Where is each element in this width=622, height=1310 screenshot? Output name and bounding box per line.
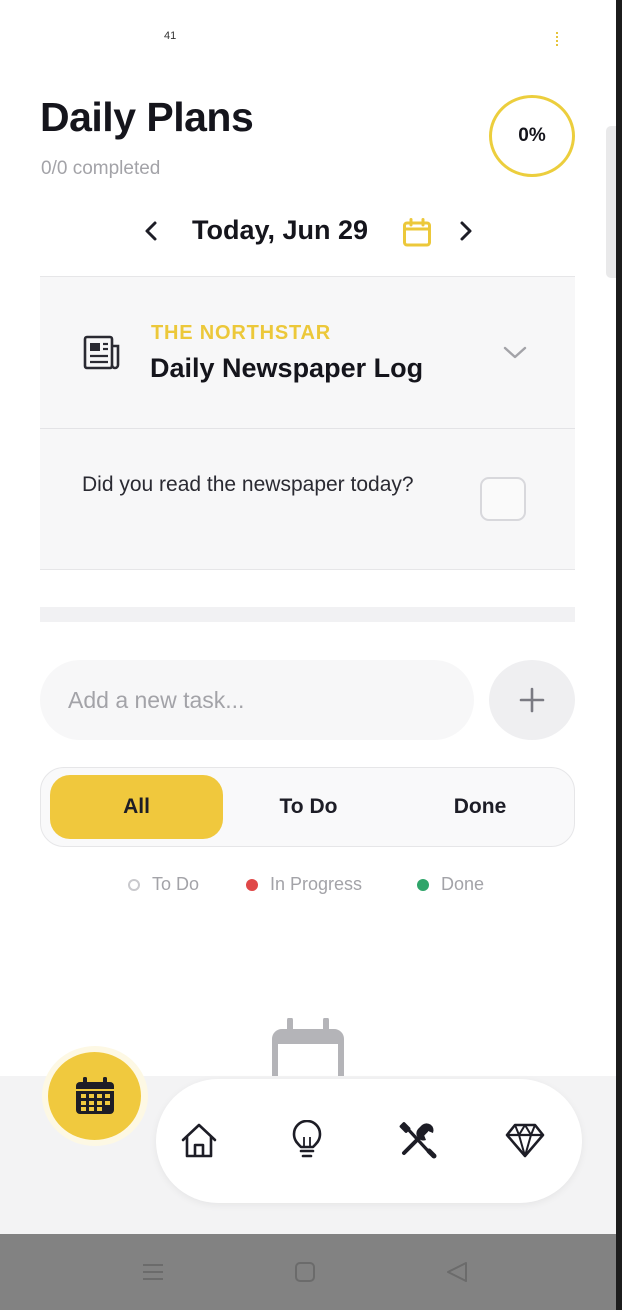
section-divider	[40, 607, 575, 622]
plan-title: Daily Newspaper Log	[150, 353, 424, 383]
legend-label: To Do	[152, 874, 200, 894]
date-navigator: Today, Jun 29	[0, 210, 616, 254]
system-menu-button[interactable]	[138, 1258, 168, 1286]
status-bar: 41	[0, 0, 616, 60]
next-day-button[interactable]	[453, 214, 479, 248]
chevron-right-icon	[460, 221, 472, 241]
calendar-fab[interactable]	[48, 1052, 141, 1140]
legend-item-done: Done	[417, 874, 484, 895]
newspaper-icon	[83, 335, 120, 370]
home-square-icon	[295, 1262, 315, 1282]
screen-bezel	[616, 0, 622, 1310]
progress-ring: 0%	[489, 95, 575, 177]
tab-done[interactable]: Done	[394, 775, 566, 839]
status-text: 41	[164, 30, 177, 42]
plan-card: THE NORTHSTAR Daily Newspaper Log Did yo…	[40, 276, 575, 570]
nav-premium[interactable]	[502, 1117, 548, 1163]
legend-item-in-progress: In Progress	[246, 874, 362, 895]
done-dot-icon	[417, 878, 429, 891]
system-navigation-bar	[0, 1234, 616, 1310]
menu-icon	[143, 1264, 163, 1280]
in-progress-dot-icon	[246, 878, 258, 891]
home-icon	[181, 1123, 217, 1158]
legend-label: In Progress	[270, 874, 363, 894]
bottom-nav	[156, 1079, 582, 1203]
nav-tools[interactable]	[394, 1117, 440, 1163]
chevron-left-icon	[145, 221, 157, 241]
legend-label: Done	[441, 874, 485, 894]
plan-question: Did you read the newspaper today?	[82, 473, 414, 496]
nav-ideas[interactable]	[284, 1117, 330, 1163]
back-triangle-icon	[447, 1262, 467, 1282]
plan-category: THE NORTHSTAR	[151, 322, 332, 344]
system-home-button[interactable]	[290, 1258, 320, 1286]
chevron-down-icon[interactable]	[500, 339, 530, 365]
filter-tabs: All To Do Done	[40, 767, 575, 847]
calendar-icon	[75, 1077, 114, 1114]
plan-checkbox[interactable]	[480, 477, 526, 521]
lightbulb-icon	[292, 1120, 322, 1158]
plus-icon	[519, 687, 545, 713]
progress-percent: 0%	[518, 125, 546, 146]
tab-to-do[interactable]: To Do	[223, 775, 394, 839]
scroll-indicator[interactable]	[606, 126, 616, 278]
tab-all[interactable]: All	[50, 775, 223, 839]
previous-day-button[interactable]	[138, 214, 164, 248]
todo-dot-icon	[128, 878, 140, 891]
add-task-button[interactable]	[489, 660, 575, 740]
calendar-icon[interactable]	[402, 218, 432, 248]
current-date[interactable]: Today, Jun 29	[192, 215, 368, 246]
page-title: Daily Plans	[40, 94, 254, 140]
status-legend: To Do In Progress Done	[0, 874, 616, 900]
empty-calendar-icon	[272, 1018, 344, 1082]
status-indicator-icon	[556, 32, 562, 46]
completed-count: 0/0 completed	[41, 158, 161, 179]
legend-item-to-do: To Do	[128, 874, 199, 895]
plan-card-header[interactable]: THE NORTHSTAR Daily Newspaper Log	[40, 277, 575, 428]
tools-icon	[399, 1122, 437, 1159]
phone-screen: 41 Daily Plans 0/0 completed 0% Today, J…	[0, 0, 616, 1310]
system-back-button[interactable]	[442, 1258, 472, 1286]
diamond-icon	[505, 1123, 545, 1158]
new-task-input[interactable]	[40, 660, 474, 740]
card-divider	[40, 428, 575, 429]
nav-home[interactable]	[176, 1117, 222, 1163]
